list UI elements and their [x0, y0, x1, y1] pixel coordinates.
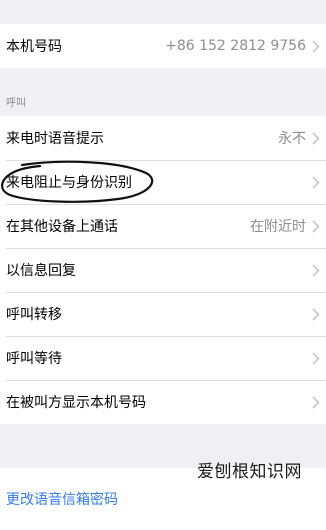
row-respond-with-text[interactable]: 以信息回复 — [0, 248, 326, 292]
chevron-right-icon — [312, 219, 320, 233]
row-label: 来电时语音提示 — [6, 131, 104, 147]
row-announce-calls[interactable]: 来电时语音提示 永不 — [0, 116, 326, 160]
row-call-blocking-identification[interactable]: 来电阻止与身份识别 — [0, 160, 326, 204]
row-label: 以信息回复 — [6, 263, 76, 279]
my-number-label: 本机号码 — [6, 39, 62, 55]
my-number-row[interactable]: 本机号码 +86 152 2812 9756 — [0, 24, 326, 68]
top-spacer — [0, 0, 326, 24]
calls-section-title: 呼叫 — [6, 98, 26, 109]
row-call-forwarding[interactable]: 呼叫转移 — [0, 292, 326, 336]
chevron-right-icon — [312, 307, 320, 321]
row-calls-on-other-devices[interactable]: 在其他设备上通话 在附近时 — [0, 204, 326, 248]
row-label: 呼叫转移 — [6, 307, 62, 323]
chevron-right-icon — [312, 351, 320, 365]
change-voicemail-password-link[interactable]: 更改语音信箱密码 — [6, 489, 118, 509]
chevron-right-icon — [312, 39, 320, 53]
row-label: 在被叫方显示本机号码 — [6, 395, 146, 411]
calls-section-header: 呼叫 — [0, 68, 326, 116]
watermark: 爱刨根知识网 — [197, 462, 302, 482]
my-number-value: +86 152 2812 9756 — [165, 38, 306, 54]
row-value: 永不 — [278, 131, 306, 147]
my-number-group: 本机号码 +86 152 2812 9756 — [0, 24, 326, 68]
row-label: 在其他设备上通话 — [6, 219, 118, 235]
row-value: 在附近时 — [250, 219, 306, 235]
chevron-right-icon — [312, 175, 320, 189]
row-call-waiting[interactable]: 呼叫等待 — [0, 336, 326, 380]
chevron-right-icon — [312, 263, 320, 277]
row-label: 来电阻止与身份识别 — [6, 175, 132, 191]
calls-group: 来电时语音提示 永不 来电阻止与身份识别 在其他设备上通话 在附近时 以信息回复… — [0, 116, 326, 424]
chevron-right-icon — [312, 131, 320, 145]
chevron-right-icon — [312, 395, 320, 409]
row-show-my-caller-id[interactable]: 在被叫方显示本机号码 — [0, 380, 326, 424]
row-label: 呼叫等待 — [6, 351, 62, 367]
